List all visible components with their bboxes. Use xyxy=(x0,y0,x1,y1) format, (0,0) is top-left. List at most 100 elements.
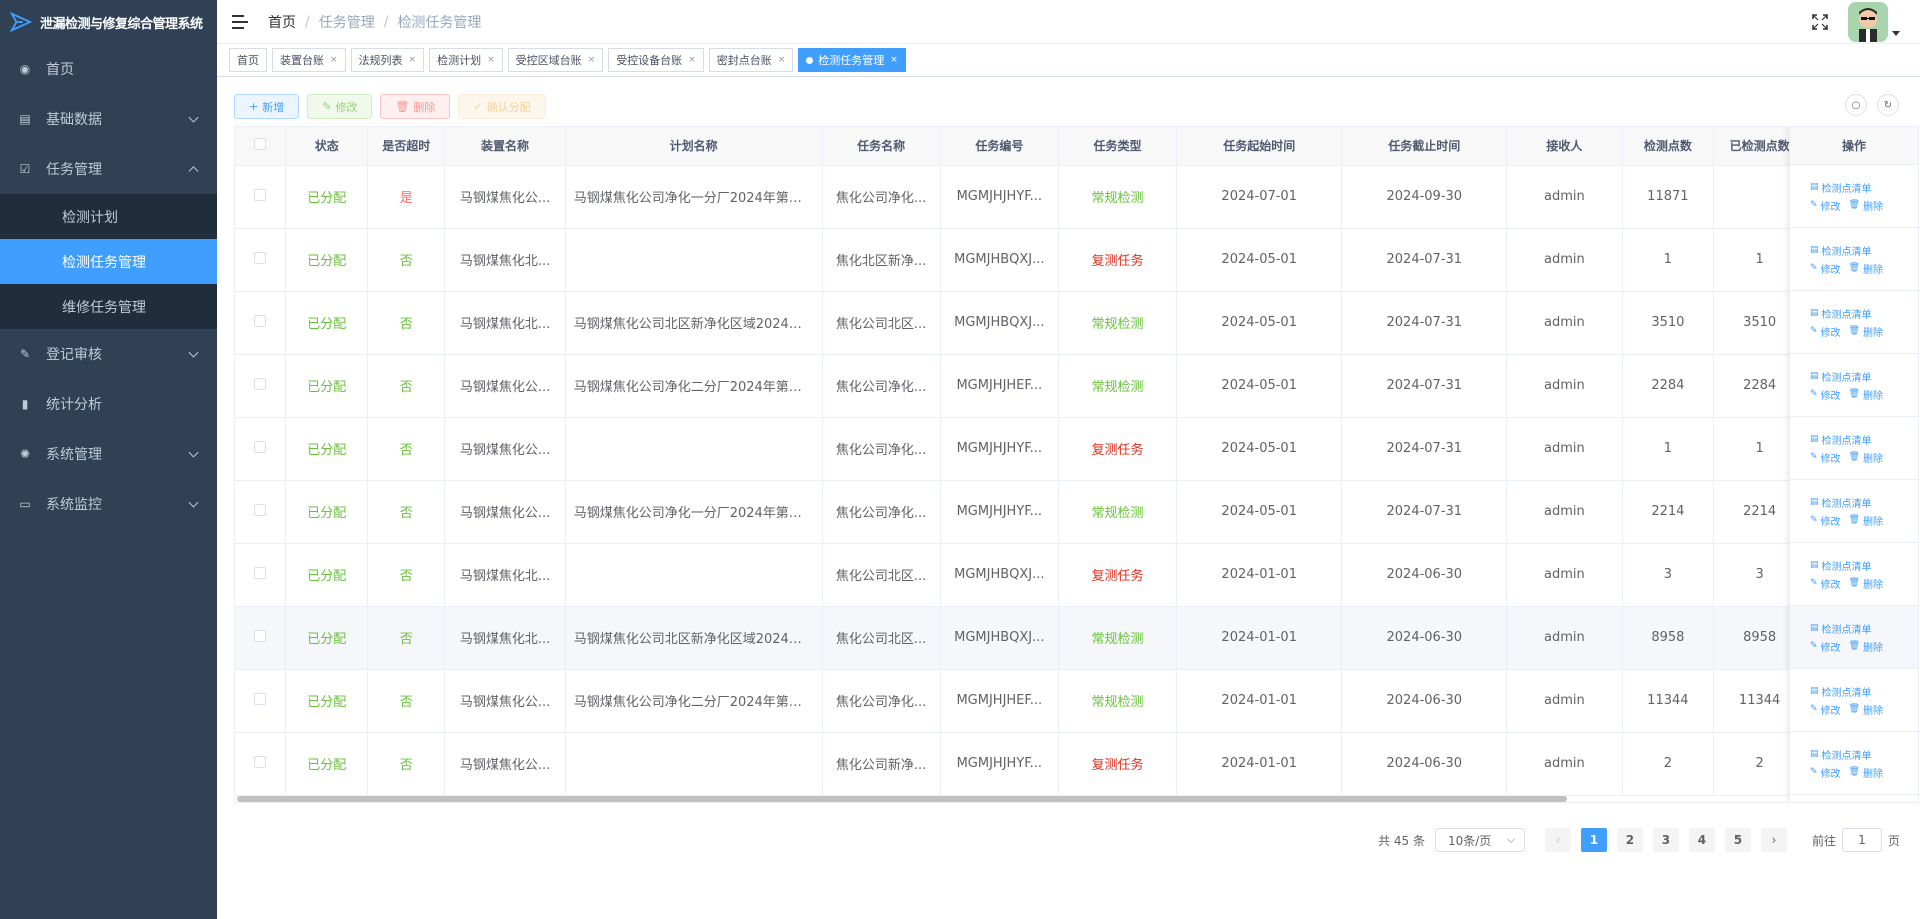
page-5-button[interactable]: 5 xyxy=(1724,828,1751,852)
table-row[interactable]: 已分配否马钢煤焦化北... 马钢煤焦化公司北区新净化区域2024年... 焦化公司北… xyxy=(235,606,1806,670)
edit-button[interactable]: ✎ 修改 xyxy=(307,94,373,119)
row-select-cell[interactable] xyxy=(235,480,287,544)
row-edit-link[interactable]: ✎ 修改 xyxy=(1810,324,1841,339)
prev-page-button[interactable]: ‹ xyxy=(1544,828,1571,852)
breadcrumb-home[interactable]: 首页 xyxy=(268,12,296,32)
checkpoint-list-link[interactable]: ▤ 检测点清单 xyxy=(1810,306,1872,321)
checkpoint-list-link[interactable]: ▤ 检测点清单 xyxy=(1810,684,1872,699)
delete-button[interactable]: 🗑 删除 xyxy=(380,94,451,119)
sidebar-item-5[interactable]: ✺ 系统管理 xyxy=(0,429,217,479)
close-icon[interactable]: × xyxy=(487,55,495,65)
table-row[interactable]: 已分配否马钢煤焦化北... 焦化北区新净... MGMJHBQXJ... 复测任务 20… xyxy=(235,228,1806,292)
row-select-cell[interactable] xyxy=(235,291,287,355)
page-4-button[interactable]: 4 xyxy=(1688,828,1715,852)
row-checkbox[interactable] xyxy=(254,314,267,327)
scrollbar-thumb[interactable] xyxy=(237,796,1567,802)
checkpoint-list-link[interactable]: ▤ 检测点清单 xyxy=(1810,495,1872,510)
row-select-cell[interactable] xyxy=(235,732,287,796)
table-row[interactable]: 已分配否马钢煤焦化公... 马钢煤焦化公司净化二分厂2024年第一... 焦化公司净… xyxy=(235,669,1806,733)
row-checkbox[interactable] xyxy=(254,251,267,264)
fullscreen-icon[interactable] xyxy=(1812,13,1828,30)
checkpoint-list-link[interactable]: ▤ 检测点清单 xyxy=(1810,180,1872,195)
table-row[interactable]: 已分配否马钢煤焦化公... 马钢煤焦化公司净化一分厂2024年第二... 焦化公司净… xyxy=(235,480,1806,544)
checkpoint-list-link[interactable]: ▤ 检测点清单 xyxy=(1810,432,1872,447)
row-delete-link[interactable]: 🗑 删除 xyxy=(1849,198,1883,213)
sidebar-subitem-1[interactable]: 检测任务管理 xyxy=(0,239,217,284)
row-checkbox[interactable] xyxy=(254,692,267,705)
close-icon[interactable]: × xyxy=(409,55,417,65)
checkpoint-list-link[interactable]: ▤ 检测点清单 xyxy=(1810,369,1872,384)
row-edit-link[interactable]: ✎ 修改 xyxy=(1810,513,1841,528)
horizontal-scrollbar[interactable] xyxy=(235,795,1791,802)
page-3-button[interactable]: 3 xyxy=(1652,828,1679,852)
row-select-cell[interactable] xyxy=(235,354,287,418)
row-select-cell[interactable] xyxy=(235,228,287,292)
sidebar-item-6[interactable]: ▭ 系统监控 xyxy=(0,479,217,529)
row-checkbox[interactable] xyxy=(254,755,267,768)
sidebar-item-3[interactable]: ✎ 登记审核 xyxy=(0,329,217,379)
table-row[interactable]: 已分配否马钢煤焦化公... 焦化公司净化... MGMJHJHYF... 复测任务 20… xyxy=(235,417,1806,481)
sidebar-subitem-2[interactable]: 维修任务管理 xyxy=(0,284,217,329)
logo[interactable]: 泄漏检测与修复综合管理系统 xyxy=(0,0,217,44)
row-checkbox[interactable] xyxy=(254,566,267,579)
close-icon[interactable]: × xyxy=(588,55,596,65)
confirm-assign-button[interactable]: ✓ 确认分配 xyxy=(458,94,546,119)
tag-4[interactable]: 受控区域台账 × xyxy=(507,48,604,72)
row-checkbox[interactable] xyxy=(254,503,267,516)
row-delete-link[interactable]: 🗑 删除 xyxy=(1849,387,1883,402)
search-toggle-button[interactable]: ○ xyxy=(1845,94,1867,116)
row-edit-link[interactable]: ✎ 修改 xyxy=(1810,387,1841,402)
row-select-cell[interactable] xyxy=(235,669,287,733)
row-edit-link[interactable]: ✎ 修改 xyxy=(1810,765,1841,780)
hamburger-icon[interactable] xyxy=(232,14,248,29)
tag-6[interactable]: 密封点台账 × xyxy=(708,48,794,72)
row-delete-link[interactable]: 🗑 删除 xyxy=(1849,765,1883,780)
row-delete-link[interactable]: 🗑 删除 xyxy=(1849,639,1883,654)
sidebar-item-4[interactable]: ▮ 统计分析 xyxy=(0,379,217,429)
sidebar-subitem-0[interactable]: 检测计划 xyxy=(0,194,217,239)
next-page-button[interactable]: › xyxy=(1760,828,1787,852)
checkpoint-list-link[interactable]: ▤ 检测点清单 xyxy=(1810,621,1872,636)
tag-5[interactable]: 受控设备台账 × xyxy=(608,48,704,72)
row-checkbox[interactable] xyxy=(254,377,267,390)
table-row[interactable]: 已分配是马钢煤焦化公... 马钢煤焦化公司净化一分厂2024年第三... 焦化公司净… xyxy=(235,165,1806,229)
row-delete-link[interactable]: 🗑 删除 xyxy=(1849,324,1883,339)
refresh-button[interactable]: ↻ xyxy=(1877,94,1899,116)
sidebar-item-0[interactable]: ◉ 首页 xyxy=(0,44,217,94)
tag-0[interactable]: 首页 xyxy=(229,48,267,72)
row-edit-link[interactable]: ✎ 修改 xyxy=(1810,702,1841,717)
sidebar-item-2[interactable]: ☑ 任务管理 xyxy=(0,144,217,194)
row-select-cell[interactable] xyxy=(235,165,287,229)
row-checkbox[interactable] xyxy=(254,629,267,642)
checkpoint-list-link[interactable]: ▤ 检测点清单 xyxy=(1810,243,1872,258)
user-dropdown-caret-icon[interactable] xyxy=(1892,31,1900,36)
row-delete-link[interactable]: 🗑 删除 xyxy=(1849,702,1883,717)
tag-7[interactable]: 检测任务管理 × xyxy=(798,48,906,72)
page-2-button[interactable]: 2 xyxy=(1616,828,1643,852)
row-select-cell[interactable] xyxy=(235,543,287,607)
tag-1[interactable]: 装置台账 × xyxy=(272,48,346,72)
add-button[interactable]: + 新增 xyxy=(234,94,300,119)
close-icon[interactable]: × xyxy=(330,55,338,65)
row-edit-link[interactable]: ✎ 修改 xyxy=(1810,198,1841,213)
row-select-cell[interactable] xyxy=(235,417,287,481)
row-edit-link[interactable]: ✎ 修改 xyxy=(1810,261,1841,276)
tag-2[interactable]: 法规列表 × xyxy=(350,48,425,72)
row-delete-link[interactable]: 🗑 删除 xyxy=(1849,450,1883,465)
row-delete-link[interactable]: 🗑 删除 xyxy=(1849,261,1883,276)
close-icon[interactable]: × xyxy=(778,55,786,65)
row-delete-link[interactable]: 🗑 删除 xyxy=(1849,576,1883,591)
row-edit-link[interactable]: ✎ 修改 xyxy=(1810,639,1841,654)
row-edit-link[interactable]: ✎ 修改 xyxy=(1810,450,1841,465)
table-row[interactable]: 已分配否马钢煤焦化北... 马钢煤焦化公司北区新净化区域2024年... 焦化公司北… xyxy=(235,291,1806,355)
sidebar-item-1[interactable]: ▤ 基础数据 xyxy=(0,94,217,144)
row-delete-link[interactable]: 🗑 删除 xyxy=(1849,513,1883,528)
select-all-checkbox[interactable] xyxy=(254,138,267,151)
tag-3[interactable]: 检测计划 × xyxy=(429,48,503,72)
select-all-header[interactable] xyxy=(235,127,287,166)
checkpoint-list-link[interactable]: ▤ 检测点清单 xyxy=(1810,558,1872,573)
page-size-select[interactable]: 10条/页 xyxy=(1434,828,1525,852)
row-checkbox[interactable] xyxy=(254,188,267,201)
page-1-button[interactable]: 1 xyxy=(1580,828,1607,852)
close-icon[interactable]: × xyxy=(890,55,898,65)
